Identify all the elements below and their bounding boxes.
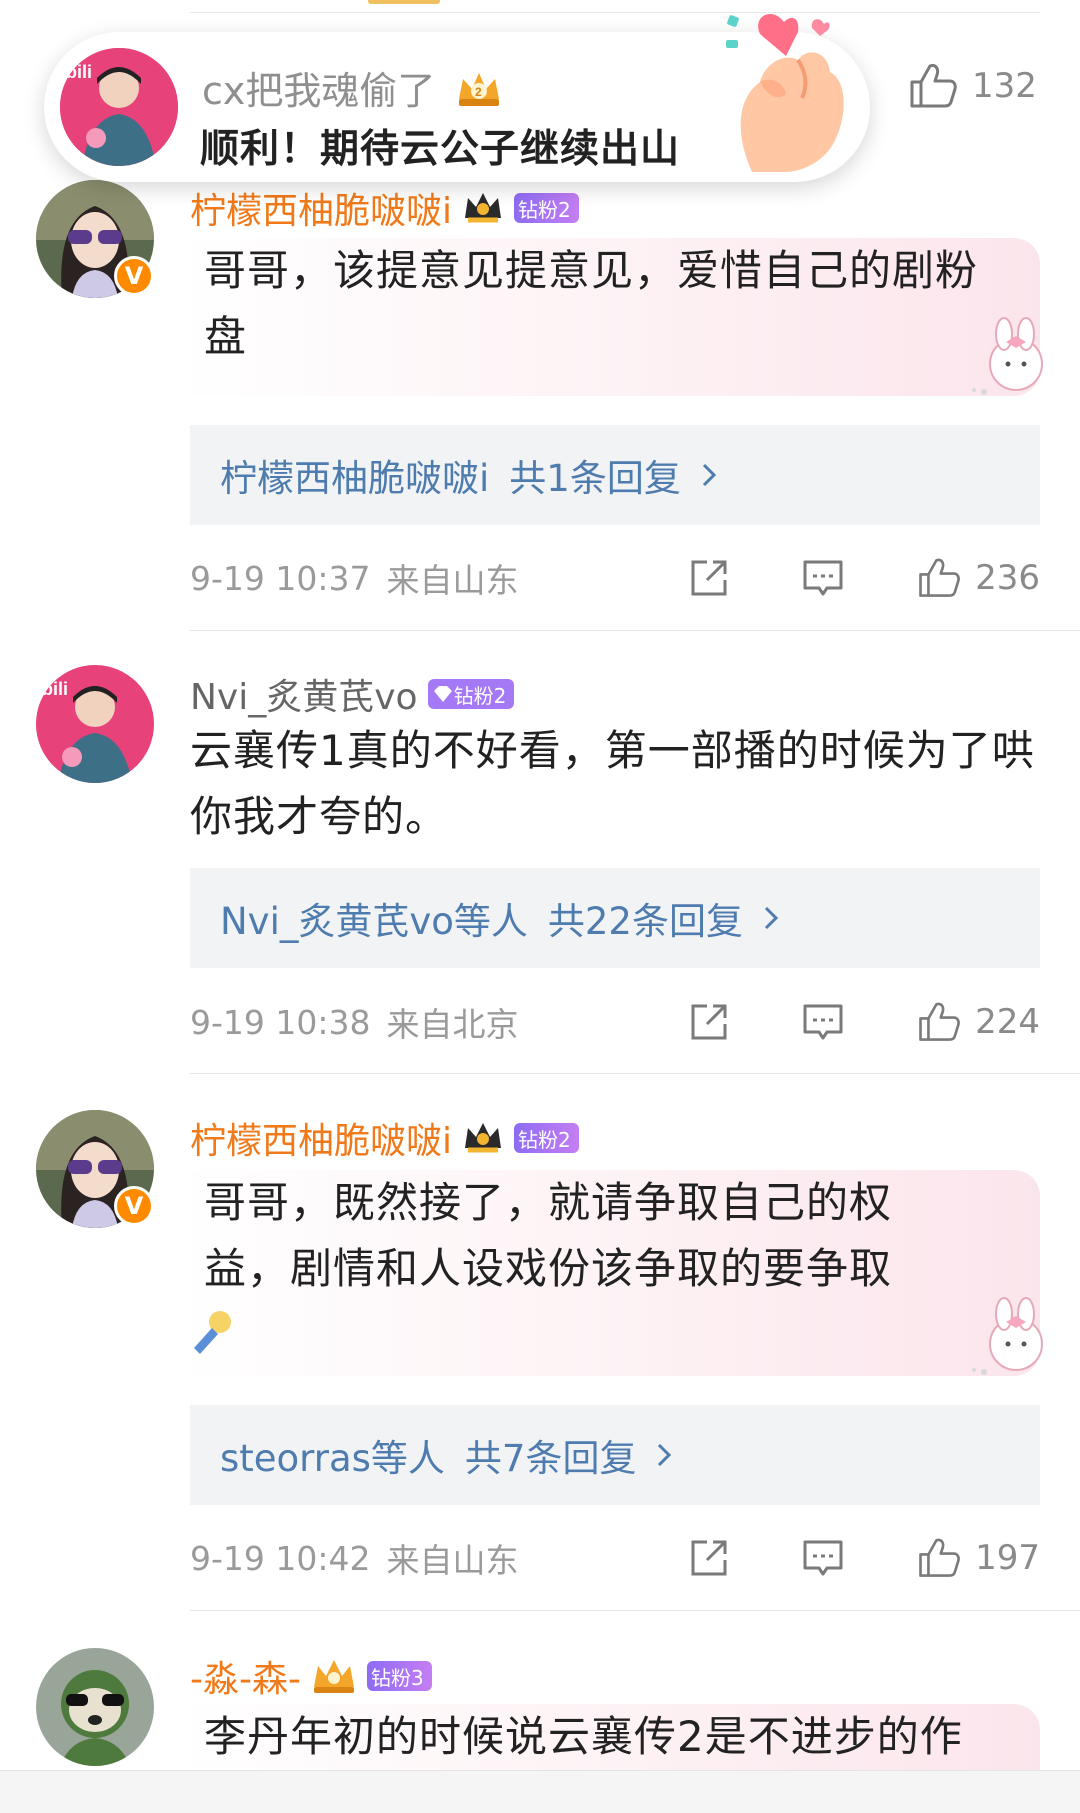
comment-meta: 9-19 10:37 来自山东 236 [190,548,1040,608]
comment-bubble: 哥哥，该提意见提意见，爱惜自己的剧粉盘 [176,238,1043,396]
username-text: -淼-森- [190,1659,301,1700]
fan-level-badge: 钻粉2 [514,193,579,223]
comment-time: 9-19 10:38 [190,1002,371,1042]
comment-icon[interactable] [801,556,845,600]
comment-text: 李丹年初的时候说云襄传2是不进步的作 [204,1712,963,1761]
comment-time: 9-19 10:42 [190,1538,371,1578]
reply-users: 柠檬西柚脆啵啵i [220,457,490,500]
chevron-right-icon [702,463,716,487]
bunny-sticker-icon [972,1297,1043,1375]
crown-icon: 2 [455,69,503,118]
svg-text:bili: bili [66,62,92,82]
fan-badge-text: 钻粉2 [453,683,507,708]
banner-username-text: cx把我魂偷了 [202,69,436,113]
fan-level-badge: 钻粉2 [427,679,515,709]
fan-level-badge: 钻粉3 [366,1661,432,1691]
thumbs-up-icon[interactable] [917,1000,961,1044]
share-icon[interactable] [687,556,731,600]
verified-v-icon: V [114,256,154,296]
comment-username[interactable]: Nvi_炙黄芪vo 钻粉2 [190,668,515,720]
like-count: 224 [975,1002,1040,1042]
mic-emoji-icon [194,1311,231,1354]
comment-text: 云襄传1真的不好看，第一部播的时候为了哄你我才夸的。 [190,726,1035,841]
share-icon[interactable] [687,1000,731,1044]
like-count: 197 [975,1538,1040,1578]
comment-divider [190,1073,1080,1074]
avatar[interactable] [36,1648,154,1766]
comment-actions: 224 [687,992,1040,1052]
comment-actions: 197 [687,1528,1040,1588]
crown-icon [465,193,502,223]
reply-count: 共1条回复 [509,457,681,500]
fan-level-badge: 钻粉2 [514,1123,579,1153]
comment-icon[interactable] [801,1000,845,1044]
share-icon[interactable] [687,1536,731,1580]
reply-summary-link[interactable]: steorras等人 共7条回复 [190,1405,1040,1505]
comment-meta: 9-19 10:38 来自北京 224 [190,992,1040,1052]
previous-comment-tag [368,0,440,4]
username-text: 柠檬西柚脆啵啵i [190,191,453,232]
avatar[interactable]: bili [60,48,178,166]
floating-comment-banner[interactable]: bili cx把我魂偷了 2 顺利！期待云公子继续出山 [44,13,870,182]
comment-location: 来自山东 [386,1541,519,1580]
comment-location: 来自山东 [386,561,519,600]
reply-count: 共22条回复 [547,900,743,943]
like-count: 236 [975,558,1040,598]
comment-meta: 9-19 10:42 来自山东 197 [190,1528,1040,1588]
username-text: Nvi_炙黄芪vo [190,677,418,718]
previous-comment-edge [190,0,1040,13]
comment-username[interactable]: -淼-森- 钻粉3 [190,1650,432,1702]
svg-text:bili: bili [42,679,68,699]
thumbs-up-icon[interactable] [917,556,961,600]
reply-count: 共7条回复 [464,1437,637,1480]
comment-bubble: 哥哥，既然接了，就请争取自己的权益，剧情和人设戏份该争取的要争取 [176,1170,1043,1376]
bottom-input-bar[interactable] [0,1770,1080,1813]
crown-icon [465,1123,502,1153]
crown-icon [313,1660,354,1693]
reply-users: Nvi_炙黄芪vo等人 [220,900,528,943]
reply-summary-link[interactable]: Nvi_炙黄芪vo等人 共22条回复 [190,868,1040,968]
username-text: 柠檬西柚脆啵啵i [190,1121,453,1162]
avatar[interactable]: bili [36,665,154,783]
svg-text:2: 2 [475,85,482,99]
comment-actions: 236 [687,548,1040,608]
comment-divider [190,630,1080,631]
comment-text: 哥哥，既然接了，就请争取自己的权益，剧情和人设戏份该争取的要争取 [204,1178,893,1293]
finger-heart-icon [724,2,864,172]
thumbs-up-icon[interactable] [917,1536,961,1580]
bunny-sticker-icon [972,317,1043,395]
comment-time: 9-19 10:37 [190,558,371,598]
reply-summary-link[interactable]: 柠檬西柚脆啵啵i 共1条回复 [190,425,1040,525]
banner-like-count: 132 [972,66,1037,106]
banner-like-button[interactable]: 132 [908,62,1037,110]
banner-username[interactable]: cx把我魂偷了 2 [202,60,503,118]
comment-divider [190,1610,1080,1611]
comment-text: 哥哥，该提意见提意见，爱惜自己的剧粉盘 [204,246,979,361]
chevron-right-icon [658,1443,672,1467]
diamond-icon [433,686,452,702]
comment-username[interactable]: 柠檬西柚脆啵啵i 钻粉2 [190,182,579,234]
banner-comment-text: 顺利！期待云公子继续出山 [200,127,681,172]
thumbs-up-icon [910,64,957,108]
chevron-right-icon [764,906,779,930]
comment-icon[interactable] [801,1536,845,1580]
reply-users: steorras等人 [220,1437,445,1480]
verified-v-icon: V [114,1186,154,1226]
comment-username[interactable]: 柠檬西柚脆啵啵i 钻粉2 [190,1112,579,1164]
comment-feed: bili cx把我魂偷了 2 顺利！期待云公子继续出山 132 V 柠檬西柚脆啵… [0,0,1080,1813]
comment-location: 来自北京 [386,1005,519,1044]
